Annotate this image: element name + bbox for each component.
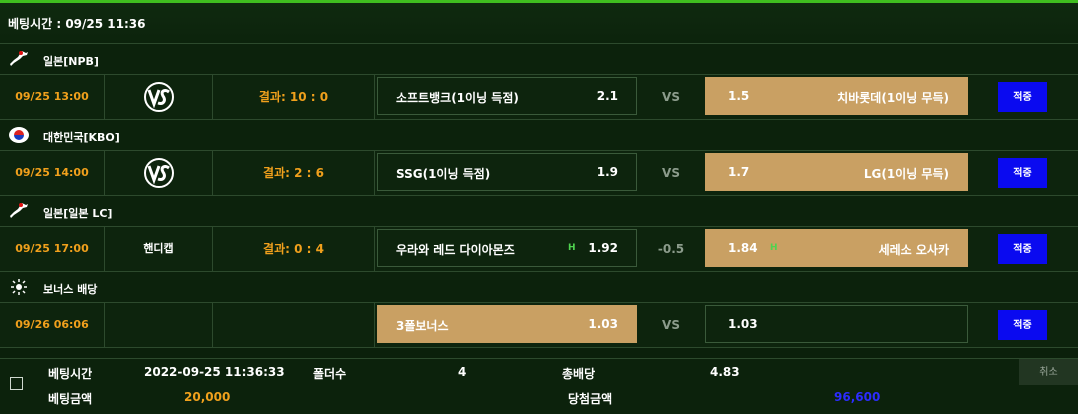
game-result: 결과: 2 : 6	[213, 151, 375, 195]
status-hit-button[interactable]: 적중	[998, 234, 1047, 264]
bonus-icon	[11, 279, 27, 295]
home-odd: 2.1	[596, 89, 618, 103]
game-type-cell	[105, 75, 213, 119]
vs-icon	[144, 82, 174, 112]
away-odd: 1.03	[728, 317, 758, 331]
home-team-box[interactable]: SSG(1이닝 득점) 1.9	[377, 153, 637, 191]
game-row: 09/25 13:00 결과: 10 : 0 소프트뱅크(1이닝 득점) 2.1…	[0, 75, 1078, 120]
win-amount-value: 96,600	[834, 390, 881, 404]
home-odd: 1.92	[588, 241, 618, 255]
home-team-box[interactable]: 우라와 레드 다이아몬즈 H 1.92	[377, 229, 637, 267]
away-team-box-selected[interactable]: 1.7 LG(1이닝 무득)	[705, 153, 968, 191]
league-name: 대한민국[KBO]	[43, 131, 120, 144]
draw-cell: VS	[662, 166, 680, 180]
away-team-box-selected[interactable]: 1.84 H 세레소 오사카	[705, 229, 968, 267]
away-odd: 1.7	[728, 165, 750, 179]
handicap-label: 핸디캡	[143, 242, 174, 255]
home-team-name: 소프트뱅크(1이닝 득점)	[396, 91, 519, 105]
handicap-tag: H	[568, 243, 576, 253]
league-name: 일본[일본 LC]	[43, 207, 113, 220]
total-odds-label: 총배당	[562, 367, 596, 381]
vs-icon	[144, 158, 174, 188]
bet-header: 베팅시간 : 09/25 11:36	[0, 3, 1078, 44]
handicap-tag: H	[770, 243, 778, 253]
away-team-name: 치바롯데(1이닝 무득)	[837, 91, 949, 105]
bet-summary: 베팅시간 2022-09-25 11:36:33 폴더수 4 총배당 4.83 …	[0, 358, 1078, 414]
league-header-bonus: 보너스 배당	[0, 272, 1078, 303]
cancel-button[interactable]: 취소	[1019, 359, 1078, 385]
away-odd: 1.84	[728, 241, 758, 255]
handicap-line: -0.5	[657, 242, 685, 256]
korea-flag-icon	[9, 127, 29, 143]
bet-amount-value: 20,000	[184, 390, 231, 404]
game-type-cell: 핸디캡	[105, 227, 213, 271]
home-team-box[interactable]: 소프트뱅크(1이닝 득점) 2.1	[377, 77, 637, 115]
game-time: 09/25 13:00	[0, 75, 105, 119]
away-team-name: 세레소 오사카	[878, 243, 949, 257]
bet-amount-label: 베팅금액	[48, 392, 93, 406]
game-time: 09/25 14:00	[0, 151, 105, 195]
away-team-box-selected[interactable]: 1.5 치바롯데(1이닝 무득)	[705, 77, 968, 115]
folder-count-value: 4	[458, 365, 467, 379]
draw-cell: VS	[662, 318, 680, 332]
game-type-cell	[105, 303, 213, 347]
bet-time-title: 베팅시간 : 09/25 11:36	[8, 17, 146, 31]
away-team-name: LG(1이닝 무득)	[863, 167, 949, 181]
league-header-npb: 일본[NPB]	[0, 44, 1078, 75]
league-header-japan-lc: 일본[일본 LC]	[0, 196, 1078, 227]
status-hit-button[interactable]: 적중	[998, 82, 1047, 112]
game-time: 09/26 06:06	[0, 303, 105, 347]
home-team-name: 우라와 레드 다이아몬즈	[396, 243, 515, 257]
japan-flag-icon	[10, 51, 28, 66]
away-odd: 1.5	[728, 89, 750, 103]
select-checkbox[interactable]	[10, 377, 23, 390]
game-row: 09/25 17:00 핸디캡 결과: 0 : 4 우라와 레드 다이아몬즈 H…	[0, 227, 1078, 272]
total-odds-value: 4.83	[710, 365, 740, 379]
game-row: 09/26 06:06 3폴보너스 1.03 VS 1.03 적중	[0, 303, 1078, 348]
game-row: 09/25 14:00 결과: 2 : 6 SSG(1이닝 득점) 1.9 VS…	[0, 151, 1078, 196]
draw-cell: VS	[662, 90, 680, 104]
japan-flag-icon	[10, 203, 28, 218]
game-result	[213, 303, 375, 347]
league-name: 일본[NPB]	[43, 55, 99, 68]
game-result: 결과: 10 : 0	[213, 75, 375, 119]
win-amount-label: 당첨금액	[568, 392, 613, 406]
home-team-name: SSG(1이닝 득점)	[396, 167, 491, 181]
league-header-kbo: 대한민국[KBO]	[0, 120, 1078, 151]
game-type-cell	[105, 151, 213, 195]
bonus-name: 3폴보너스	[396, 319, 449, 333]
league-name: 보너스 배당	[43, 283, 98, 296]
status-hit-button[interactable]: 적중	[998, 158, 1047, 188]
away-box[interactable]: 1.03	[705, 305, 968, 343]
status-hit-button[interactable]: 적중	[998, 310, 1047, 340]
bonus-box-selected[interactable]: 3폴보너스 1.03	[377, 305, 637, 343]
folder-count-label: 폴더수	[313, 367, 347, 381]
game-time: 09/25 17:00	[0, 227, 105, 271]
bet-time-label: 베팅시간	[48, 367, 93, 381]
bet-time-value: 2022-09-25 11:36:33	[144, 365, 285, 379]
game-result: 결과: 0 : 4	[213, 227, 375, 271]
home-odd: 1.9	[596, 165, 618, 179]
bonus-odd: 1.03	[588, 317, 618, 331]
